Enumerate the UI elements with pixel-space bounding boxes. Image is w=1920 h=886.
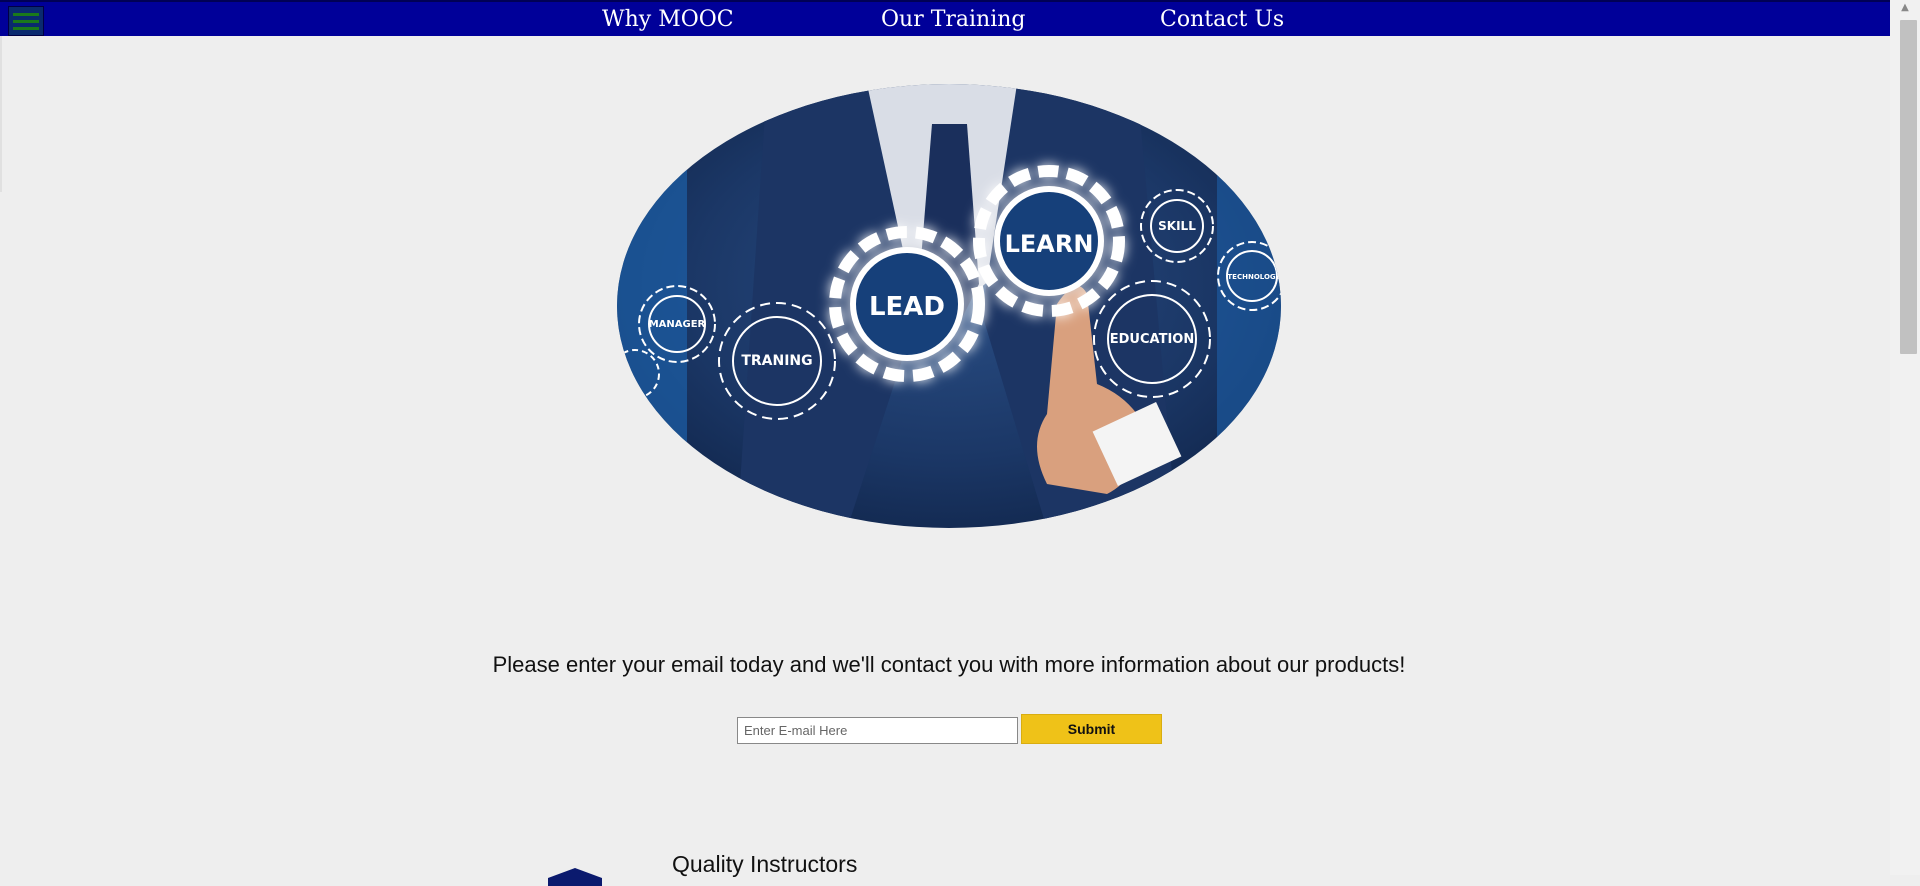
- nav-link-why-mooc[interactable]: Why MOOC: [602, 7, 734, 32]
- email-signup-prompt: Please enter your email today and we'll …: [492, 652, 1406, 677]
- submit-button[interactable]: Submit: [1021, 714, 1162, 744]
- gear-label-technology: TECHNOLOGY: [1227, 273, 1281, 281]
- gear-label-lead: LEAD: [869, 292, 945, 322]
- hero-image: LEAD LEARN SKILL TECHNOLOGY MANAGER TRAN…: [617, 84, 1281, 529]
- hamburger-menu-icon[interactable]: [8, 6, 44, 36]
- scrollbar-thumb[interactable]: [1900, 20, 1917, 354]
- gear-label-learn: LEARN: [1005, 230, 1094, 258]
- side-panel-edge: [0, 36, 2, 192]
- hero-illustration: LEAD LEARN SKILL TECHNOLOGY MANAGER TRAN…: [617, 84, 1281, 528]
- hexagon-icon: [548, 868, 602, 886]
- gear-label-education: EDUCATION: [1110, 332, 1194, 347]
- email-input[interactable]: [737, 717, 1018, 744]
- nav-link-our-training[interactable]: Our Training: [881, 7, 1026, 32]
- gear-label-skill: SKILL: [1158, 219, 1196, 233]
- gear-label-traning: TRANING: [741, 353, 812, 369]
- scroll-up-arrow-icon[interactable]: ▲: [1898, 0, 1912, 14]
- feature-title-quality-instructors: Quality Instructors: [672, 851, 858, 877]
- gear-label-manager: MANAGER: [649, 319, 706, 330]
- top-navigation-bar: Why MOOC Our Training Contact Us: [0, 0, 1890, 36]
- nav-link-contact-us[interactable]: Contact Us: [1160, 7, 1284, 32]
